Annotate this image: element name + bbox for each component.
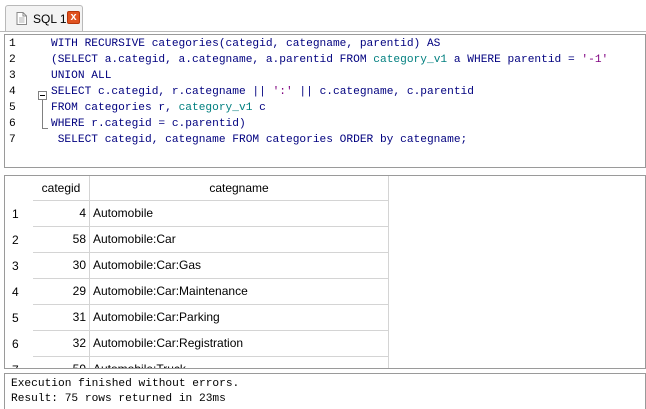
code-token: category_v1 (178, 102, 253, 114)
code-token: || c.categname, c.parentid (292, 86, 474, 98)
line-number: 5 (9, 102, 16, 114)
row-number[interactable]: 1 (5, 201, 33, 227)
cell-categname[interactable]: Automobile:Car:Registration (90, 331, 389, 357)
code-line: 2 (SELECT a.categid, a.categname, a.paren… (5, 52, 645, 68)
code-line: 6 WHERE r.categid = c.parentid) (5, 116, 645, 132)
sql-editor[interactable]: 1 WITH RECURSIVE categories(categid, cate… (4, 34, 646, 168)
cell-categid[interactable]: 4 (33, 201, 90, 227)
cell-categid[interactable]: 30 (33, 253, 90, 279)
code-line: 3 UNION ALL (5, 68, 645, 84)
results-grid[interactable]: categid categname 1 4 Automobile 2 58 Automob… (4, 175, 646, 369)
code-text: FROM categories r, category_v1 c (51, 100, 266, 116)
code-token: UNION ALL (51, 70, 112, 82)
cell-categid[interactable]: 31 (33, 305, 90, 331)
row-number[interactable]: 6 (5, 331, 33, 357)
code-token: SELECT c.categid, r.categname || (51, 86, 273, 98)
line-number: 1 (9, 38, 16, 50)
cell-categid[interactable]: 59 (33, 357, 90, 368)
cell-categname[interactable]: Automobile (90, 201, 389, 227)
code-line: 5 FROM categories r, category_v1 c (5, 100, 645, 116)
code-text: SELECT c.categid, r.categname || ':' || … (51, 84, 474, 100)
tab-divider (0, 31, 646, 32)
grid-corner[interactable] (5, 176, 33, 201)
row-number[interactable]: 7 (5, 357, 33, 368)
code-token: (SELECT a.categid, a.categname, a.parent… (51, 54, 374, 66)
cell-categname[interactable]: Automobile:Car:Maintenance (90, 279, 389, 305)
code-line: 1 WITH RECURSIVE categories(categid, cate… (5, 36, 645, 52)
column-header-categid[interactable]: categid (33, 176, 90, 201)
document-icon (16, 12, 27, 25)
code-text: WHERE r.categid = c.parentid) (51, 116, 246, 132)
code-text: SELECT categid, categname FROM categorie… (51, 132, 468, 148)
result-summary: Result: 75 rows returned in 23ms (11, 393, 226, 405)
code-line: 7 SELECT categid, categname FROM categor… (5, 132, 645, 148)
cell-categname[interactable]: Automobile:Car:Gas (90, 253, 389, 279)
code-token: c (252, 102, 266, 114)
line-number: 2 (9, 54, 16, 66)
execution-output: Execution finished without errors. Resul… (4, 373, 646, 409)
code-text: WITH RECURSIVE categories(categid, categ… (51, 36, 440, 52)
cell-categname[interactable]: Automobile:Truck (90, 357, 389, 368)
cell-categid[interactable]: 58 (33, 227, 90, 253)
code-token: ':' (272, 86, 293, 98)
code-text: (SELECT a.categid, a.categname, a.parent… (51, 52, 608, 68)
code-token: WHERE r.categid = c.parentid) (51, 118, 246, 130)
code-token: FROM categories r, (51, 102, 179, 114)
cell-categid[interactable]: 32 (33, 331, 90, 357)
line-number: 3 (9, 70, 16, 82)
cell-categname[interactable]: Automobile:Car:Parking (90, 305, 389, 331)
code-token: a WHERE parentid = (447, 54, 582, 66)
tab-bar: SQL 1 x (0, 0, 646, 32)
row-number[interactable]: 4 (5, 279, 33, 305)
line-number: 4 (9, 86, 16, 98)
line-number: 6 (9, 118, 16, 130)
tab-sql-1[interactable]: SQL 1 x (5, 5, 83, 31)
code-token: SELECT categid, categname FROM categorie… (51, 134, 468, 146)
code-line: 4 SELECT c.categid, r.categname || ':' ||… (5, 84, 645, 100)
row-number[interactable]: 5 (5, 305, 33, 331)
code-text: UNION ALL (51, 68, 111, 84)
row-number[interactable]: 2 (5, 227, 33, 253)
cell-categname[interactable]: Automobile:Car (90, 227, 389, 253)
status-message: Execution finished without errors. (11, 378, 240, 390)
code-token: category_v1 (373, 54, 448, 66)
line-number: 7 (9, 134, 16, 146)
row-number[interactable]: 3 (5, 253, 33, 279)
tab-label: SQL 1 (33, 12, 67, 26)
column-header-categname[interactable]: categname (90, 176, 389, 201)
close-icon[interactable]: x (67, 11, 80, 24)
cell-categid[interactable]: 29 (33, 279, 90, 305)
code-token: WITH RECURSIVE categories(categid, categ… (51, 38, 441, 50)
code-token: '-1' (581, 54, 609, 66)
